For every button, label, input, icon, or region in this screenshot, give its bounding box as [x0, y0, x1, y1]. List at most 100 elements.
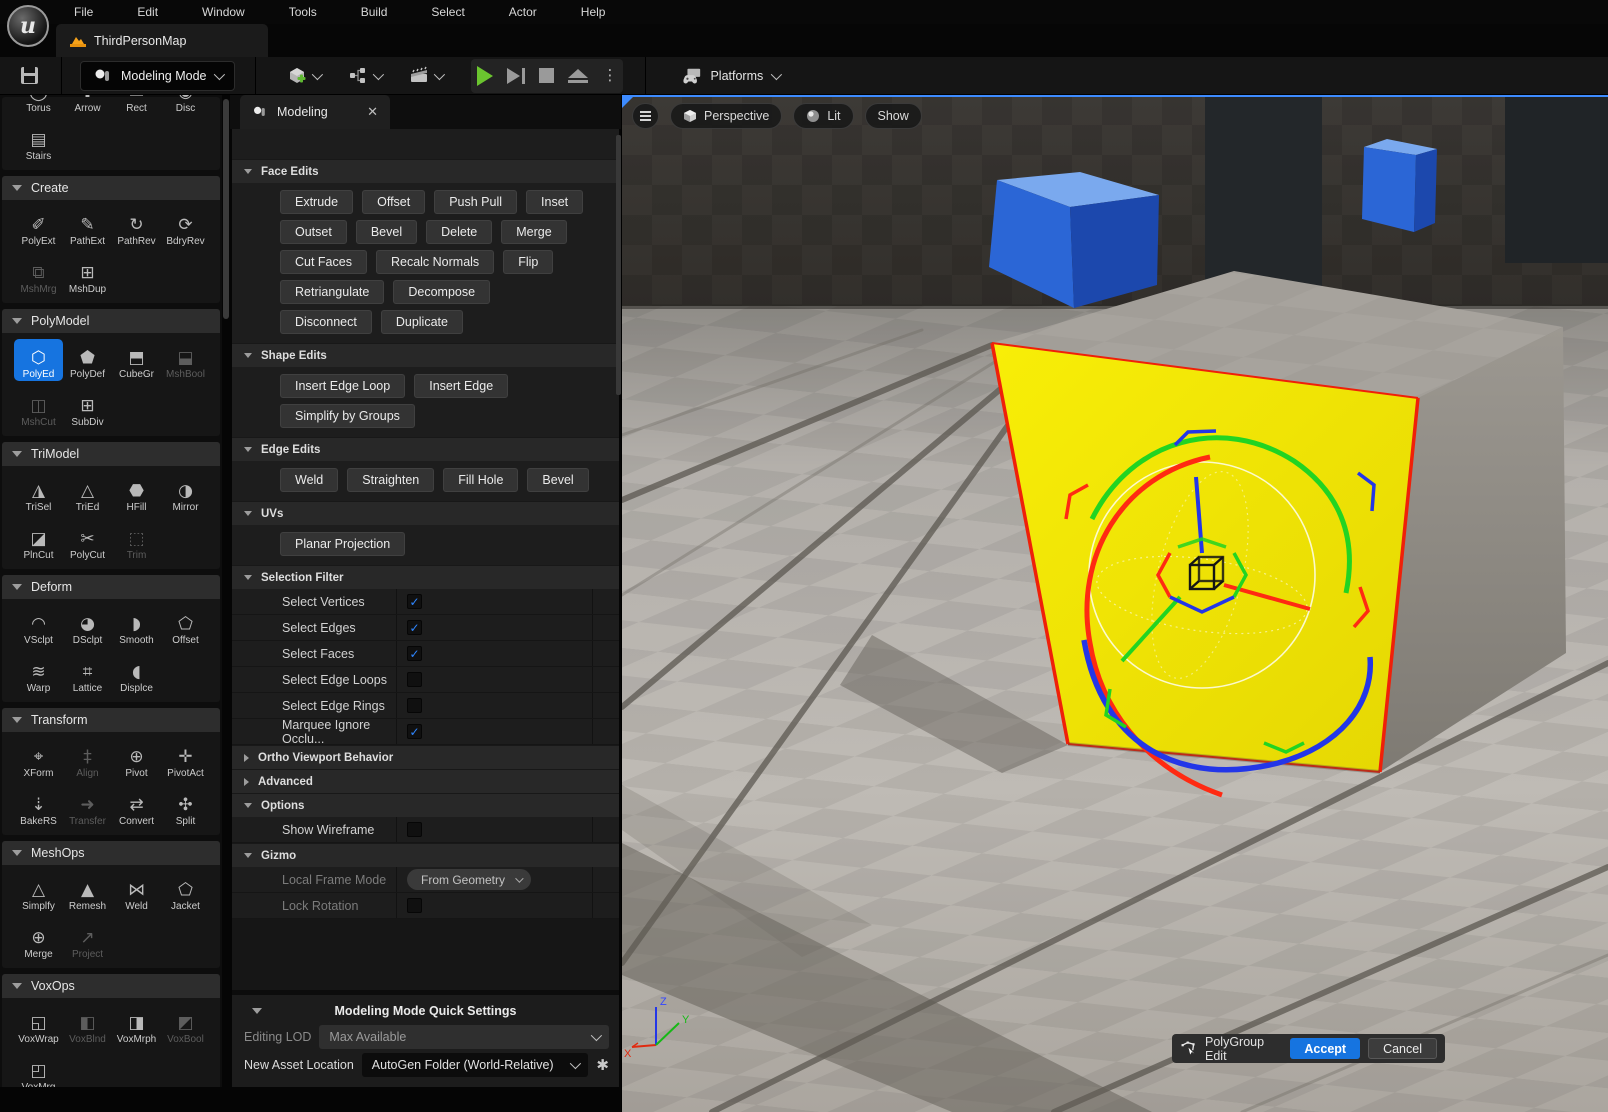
- tool-pathext[interactable]: ✎PathExt: [63, 206, 112, 248]
- editing-lod-dropdown[interactable]: Max Available: [319, 1025, 609, 1049]
- btn-duplicate[interactable]: Duplicate: [381, 310, 463, 334]
- btn-insert-edge-loop[interactable]: Insert Edge Loop: [280, 374, 405, 398]
- show-dropdown[interactable]: Show: [865, 103, 922, 129]
- section-header-edge-edits[interactable]: Edge Edits: [232, 438, 619, 461]
- 3d-scene[interactable]: X Z Y: [622, 95, 1608, 1112]
- btn-outset[interactable]: Outset: [280, 220, 347, 244]
- cinematics-button[interactable]: [402, 62, 449, 90]
- level-tab[interactable]: ThirdPersonMap: [56, 24, 268, 57]
- tool-displce[interactable]: ◖Displce: [112, 653, 161, 695]
- tool-subdiv[interactable]: ⊞SubDiv: [63, 387, 112, 429]
- edited-cube[interactable]: [992, 271, 1566, 772]
- section-header-polymodel[interactable]: PolyModel: [2, 309, 220, 333]
- select-edges-checkbox[interactable]: [407, 620, 422, 635]
- tool-weld[interactable]: ⋈Weld: [112, 871, 161, 913]
- tool-disc[interactable]: ◉Disc: [161, 95, 210, 115]
- section-header-transform[interactable]: Transform: [2, 708, 220, 732]
- tool-polyext[interactable]: ✐PolyExt: [14, 206, 63, 248]
- blue-cube-right[interactable]: [1362, 139, 1437, 232]
- menu-select[interactable]: Select: [421, 2, 474, 22]
- menu-tools[interactable]: Tools: [279, 2, 327, 22]
- tool-smooth[interactable]: ◗Smooth: [112, 605, 161, 647]
- section-header-meshops[interactable]: MeshOps: [2, 841, 220, 865]
- tool-remesh[interactable]: ▲Remesh: [63, 871, 112, 913]
- section-header-options[interactable]: Options: [232, 794, 619, 817]
- tool-jacket[interactable]: ⬠Jacket: [161, 871, 210, 913]
- add-actor-button[interactable]: [280, 62, 327, 90]
- panel-scrollbar[interactable]: [616, 135, 621, 395]
- btn-delete[interactable]: Delete: [426, 220, 492, 244]
- tool-simplfy[interactable]: △Simplfy: [14, 871, 63, 913]
- cancel-button[interactable]: Cancel: [1368, 1038, 1437, 1059]
- btn-straighten[interactable]: Straighten: [347, 468, 434, 492]
- sidebar-scrollbar[interactable]: [223, 99, 229, 319]
- btn-weld[interactable]: Weld: [280, 468, 338, 492]
- btn-push-pull[interactable]: Push Pull: [434, 190, 517, 214]
- viewport-menu-button[interactable]: [632, 103, 659, 129]
- accept-button[interactable]: Accept: [1290, 1038, 1360, 1059]
- tool-polyed[interactable]: ⬡PolyEd: [14, 339, 63, 381]
- modeling-panel-tab[interactable]: Modeling ✕: [240, 95, 390, 129]
- menu-build[interactable]: Build: [351, 2, 398, 22]
- tool-voxmrg[interactable]: ◰VoxMrg: [14, 1052, 63, 1087]
- tool-offset[interactable]: ⬠Offset: [161, 605, 210, 647]
- btn-bevel[interactable]: Bevel: [527, 468, 588, 492]
- tool-bdryrev[interactable]: ⟳BdryRev: [161, 206, 210, 248]
- tool-mirror[interactable]: ◑Mirror: [161, 472, 210, 514]
- tool-stairs[interactable]: ▤Stairs: [14, 121, 63, 163]
- tool-pivot[interactable]: ⊕Pivot: [112, 738, 161, 780]
- level-viewport[interactable]: X Z Y Perspective: [622, 95, 1608, 1112]
- section-header-selection-filter[interactable]: Selection Filter: [232, 566, 619, 589]
- platforms-dropdown[interactable]: Platforms: [682, 66, 779, 86]
- tool-pathrev[interactable]: ↻PathRev: [112, 206, 161, 248]
- btn-cut-faces[interactable]: Cut Faces: [280, 250, 367, 274]
- blueprints-button[interactable]: [341, 62, 388, 90]
- tool-arrow[interactable]: ⬆Arrow: [63, 95, 112, 115]
- unreal-logo-icon[interactable]: u: [7, 5, 49, 47]
- section-header-uvs[interactable]: UVs: [232, 502, 619, 525]
- btn-planar-projection[interactable]: Planar Projection: [280, 532, 405, 556]
- section-header-face-edits[interactable]: Face Edits: [232, 160, 619, 183]
- tool-rect[interactable]: ▭Rect: [112, 95, 161, 115]
- menu-help[interactable]: Help: [571, 2, 616, 22]
- tool-voxwrap[interactable]: ◱VoxWrap: [14, 1004, 63, 1046]
- section-header-ortho-viewport-behavior[interactable]: Ortho Viewport Behavior: [232, 746, 619, 769]
- section-header-shape-edits[interactable]: Shape Edits: [232, 344, 619, 367]
- btn-offset[interactable]: Offset: [362, 190, 425, 214]
- tool-polycut[interactable]: ✂PolyCut: [63, 520, 112, 562]
- save-button[interactable]: [14, 62, 45, 90]
- eject-icon[interactable]: [568, 69, 588, 83]
- tool-bakers[interactable]: ⇣BakeRS: [14, 786, 63, 828]
- marquee-ignore-occlu-checkbox[interactable]: [407, 724, 422, 739]
- tool-polydef[interactable]: ⬟PolyDef: [63, 339, 112, 381]
- btn-bevel[interactable]: Bevel: [356, 220, 417, 244]
- tool-voxmrph[interactable]: ◨VoxMrph: [112, 1004, 161, 1046]
- settings-gear-icon[interactable]: ✱: [596, 1058, 609, 1073]
- lock-rotation-checkbox[interactable]: [407, 898, 422, 913]
- menu-window[interactable]: Window: [192, 2, 255, 22]
- btn-disconnect[interactable]: Disconnect: [280, 310, 372, 334]
- select-edge-rings-checkbox[interactable]: [407, 698, 422, 713]
- new-asset-location-dropdown[interactable]: AutoGen Folder (World-Relative): [362, 1053, 589, 1077]
- tool-dsclpt[interactable]: ◕DSclpt: [63, 605, 112, 647]
- play-icon[interactable]: [477, 66, 493, 86]
- tool-tried[interactable]: △TriEd: [63, 472, 112, 514]
- tool-mshdup[interactable]: ⊞MshDup: [63, 254, 112, 296]
- show-wireframe-checkbox[interactable]: [407, 822, 422, 837]
- section-header-deform[interactable]: Deform: [2, 575, 220, 599]
- tool-convert[interactable]: ⇄Convert: [112, 786, 161, 828]
- tool-merge[interactable]: ⊕Merge: [14, 919, 63, 961]
- tool-torus[interactable]: ◯Torus: [14, 95, 63, 115]
- tool-vsclpt[interactable]: ◠VSclpt: [14, 605, 63, 647]
- btn-retriangulate[interactable]: Retriangulate: [280, 280, 384, 304]
- btn-decompose[interactable]: Decompose: [393, 280, 490, 304]
- select-vertices-checkbox[interactable]: [407, 594, 422, 609]
- section-header-trimodel[interactable]: TriModel: [2, 442, 220, 466]
- lit-dropdown[interactable]: Lit: [793, 103, 853, 129]
- close-icon[interactable]: ✕: [367, 104, 378, 120]
- btn-inset[interactable]: Inset: [526, 190, 583, 214]
- section-header-gizmo[interactable]: Gizmo: [232, 844, 619, 867]
- tool-pivotact[interactable]: ✛PivotAct: [161, 738, 210, 780]
- tool-trisel[interactable]: ◮TriSel: [14, 472, 63, 514]
- btn-flip[interactable]: Flip: [503, 250, 553, 274]
